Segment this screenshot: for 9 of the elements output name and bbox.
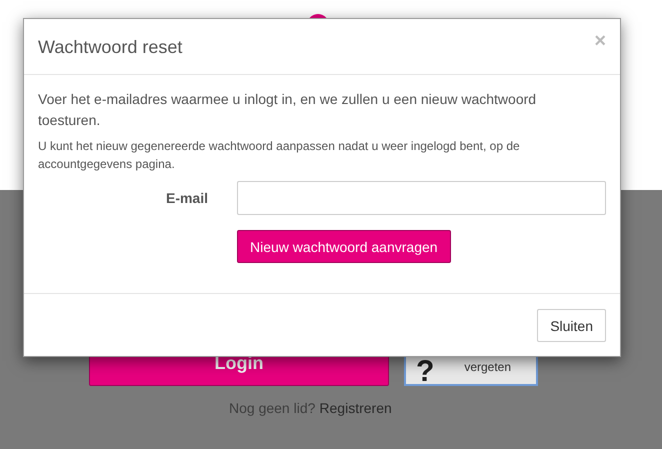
intro-text: Voer het e-mailadres waarmee u inlogt in, en we zullen u een nieuw wachtwoord toesturen. [38, 90, 538, 130]
request-password-button[interactable]: Nieuw wachtwoord aanvragen [237, 230, 451, 263]
email-label: E-mail [164, 190, 209, 206]
note-text: U kunt het nieuw gegenereerde wachtwoord aanpassen nadat u weer ingelogd bent, op de accountgegevens pagina. [38, 138, 521, 173]
close-dialog-button[interactable]: Sluiten [537, 309, 606, 342]
email-field[interactable] [237, 181, 606, 215]
dialog-title: Wachtwoord reset [38, 37, 182, 58]
register-link[interactable]: Registreren [319, 400, 392, 416]
register-prompt: Nog geen lid? [229, 400, 316, 416]
